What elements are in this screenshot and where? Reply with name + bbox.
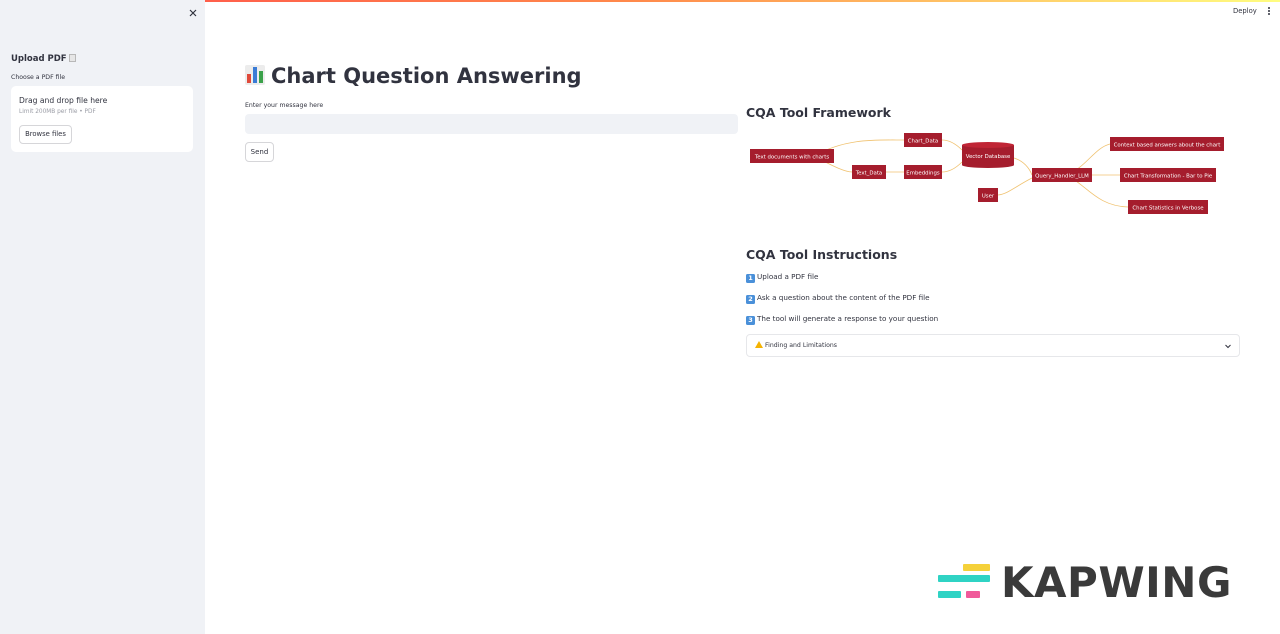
svg-text:Embeddings: Embeddings: [906, 171, 940, 177]
file-dropzone[interactable]: Drag and drop file here Limit 200MB per …: [11, 86, 193, 152]
number-badge-icon: 2: [746, 295, 755, 304]
findings-expander[interactable]: Finding and Limitations: [746, 334, 1240, 357]
watermark-bar-teal: [938, 575, 990, 582]
svg-text:Chart Transformation - Bar to: Chart Transformation - Bar to Pie: [1124, 174, 1213, 180]
instruction-step: 2 Ask a question about the content of the…: [746, 293, 930, 304]
dropzone-text: Drag and drop file here: [19, 96, 108, 105]
page-icon: [68, 54, 76, 62]
bar-chart-icon: [245, 65, 265, 85]
number-badge-icon: 3: [746, 316, 755, 325]
diagram-node-text-data: Text_Data: [852, 165, 886, 179]
close-icon[interactable]: [186, 6, 200, 20]
sidebar-title-text: Upload PDF: [11, 54, 67, 64]
svg-text:Context based answers about th: Context based answers about the chart: [1114, 143, 1221, 149]
expander-label-text: Finding and Limitations: [765, 342, 838, 349]
svg-text:Text documents with charts: Text documents with charts: [754, 155, 829, 161]
svg-text:Chart_Data: Chart_Data: [908, 139, 938, 145]
svg-text:Chart Statistics in Verbose: Chart Statistics in Verbose: [1132, 206, 1204, 212]
diagram-node-user: User: [978, 188, 998, 202]
warning-icon: [755, 341, 763, 348]
diagram-node-context-answers: Context based answers about the chart: [1110, 137, 1224, 151]
svg-text:Query_Handler_LLM: Query_Handler_LLM: [1035, 174, 1089, 180]
svg-text:User: User: [982, 194, 995, 200]
expander-label: Finding and Limitations: [755, 341, 837, 349]
instructions-title: CQA Tool Instructions: [746, 247, 898, 262]
watermark-text: KAPWING: [1001, 558, 1232, 607]
diagram-node-embeddings: Embeddings: [904, 165, 942, 179]
framework-diagram: Text documents with charts Chart_Data Te…: [750, 133, 1224, 214]
instruction-step-text: Ask a question about the content of the …: [757, 293, 930, 302]
dropzone-limit: Limit 200MB per file • PDF: [19, 109, 96, 115]
diagram-node-vector-db: Vector Database: [962, 142, 1014, 168]
diagram-node-chart-stats: Chart Statistics in Verbose: [1128, 200, 1208, 214]
page-title: Chart Question Answering: [245, 64, 582, 88]
svg-text:Vector Database: Vector Database: [966, 154, 1011, 160]
deploy-button[interactable]: Deploy: [1233, 7, 1257, 15]
instruction-step: 3 The tool will generate a response to yo…: [746, 314, 938, 325]
message-label: Enter your message here: [245, 102, 324, 109]
diagram-node-chart-data: Chart_Data: [904, 133, 942, 147]
browse-files-button[interactable]: Browse files: [19, 125, 72, 144]
chevron-down-icon: [1225, 344, 1231, 349]
svg-text:Text_Data: Text_Data: [855, 171, 882, 177]
kapwing-watermark: KAPWING: [936, 558, 1248, 607]
kebab-menu-icon[interactable]: [1266, 6, 1272, 18]
watermark-bar-teal-small: [938, 591, 961, 598]
watermark-bar-yellow: [963, 564, 990, 571]
sidebar: Upload PDF Choose a PDF file Drag and dr…: [0, 0, 205, 634]
number-badge-icon: 1: [746, 274, 755, 283]
instruction-step-text: Upload a PDF file: [757, 272, 819, 281]
instruction-step-text: The tool will generate a response to you…: [757, 314, 939, 323]
watermark-bar-pink: [966, 591, 980, 598]
uploader-label: Choose a PDF file: [11, 74, 66, 81]
instruction-step: 1 Upload a PDF file: [746, 272, 818, 283]
send-button[interactable]: Send: [245, 142, 274, 162]
framework-title: CQA Tool Framework: [746, 105, 891, 120]
diagram-node-chart-transform: Chart Transformation - Bar to Pie: [1120, 168, 1216, 182]
page-title-text: Chart Question Answering: [271, 64, 582, 88]
sidebar-title: Upload PDF: [11, 54, 76, 64]
message-input[interactable]: [245, 114, 738, 134]
diagram-node-text-docs: Text documents with charts: [750, 149, 834, 163]
diagram-node-query-handler: Query_Handler_LLM: [1032, 168, 1092, 182]
